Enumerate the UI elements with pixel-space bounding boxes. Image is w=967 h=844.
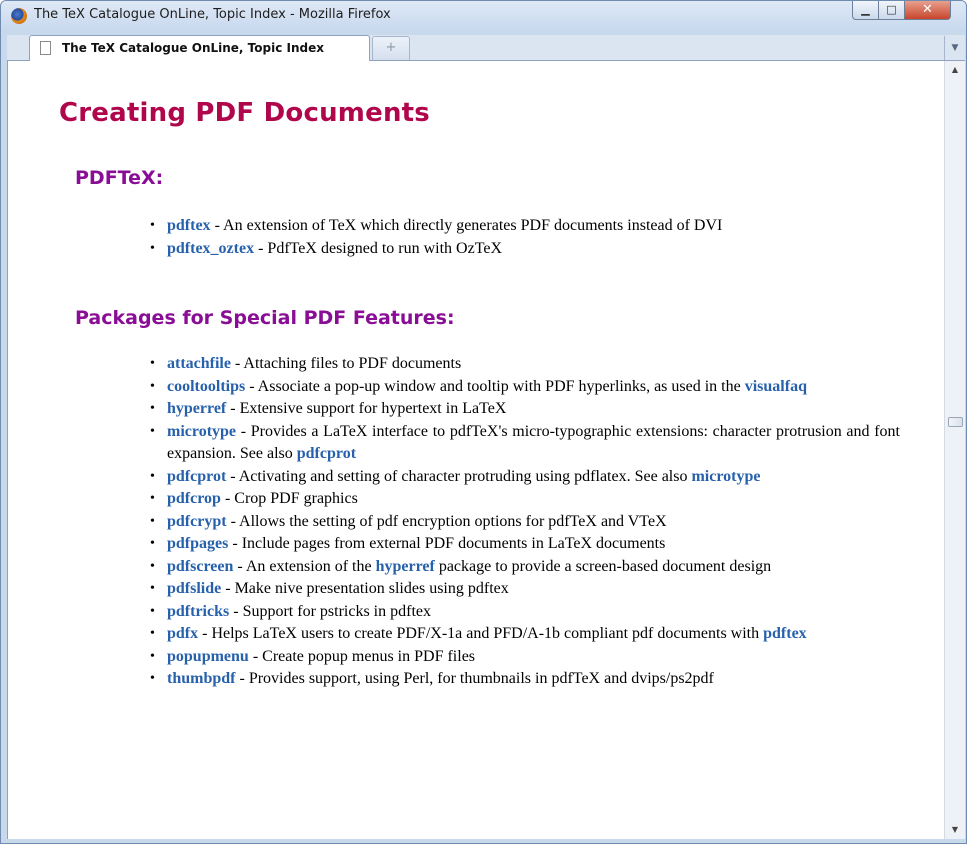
item-description: - Create popup menus in PDF files xyxy=(248,647,476,665)
special-features-list: attachfile - Attaching files to PDF docu… xyxy=(148,353,900,691)
item-description: - PdfTeX designed to run with OzTeX xyxy=(254,239,503,257)
page-content: Creating PDF Documents PDFTeX: pdftex - … xyxy=(7,61,944,839)
list-item: pdfpages - Include pages from external P… xyxy=(148,533,900,556)
list-item: pdfx - Helps LaTeX users to create PDF/X… xyxy=(148,623,900,646)
list-item: pdftricks - Support for pstricks in pdft… xyxy=(148,601,900,624)
package-link[interactable]: pdftex_oztex xyxy=(167,240,254,257)
list-item: pdfslide - Make nive presentation slides… xyxy=(148,578,900,601)
related-package-link[interactable]: pdftex xyxy=(763,625,807,642)
item-description: - Make nive presentation slides using pd… xyxy=(221,580,509,597)
package-link[interactable]: cooltooltips xyxy=(167,378,245,395)
window-title: The TeX Catalogue OnLine, Topic Index - … xyxy=(34,7,391,22)
item-description: - Include pages from external PDF docume… xyxy=(228,535,666,552)
list-item: pdfcprot - Activating and setting of cha… xyxy=(148,466,900,489)
tab-label: The TeX Catalogue OnLine, Topic Index xyxy=(62,41,324,55)
package-link[interactable]: pdfcrop xyxy=(167,490,221,507)
item-description: - Provides support, using Perl, for thum… xyxy=(235,670,714,687)
list-item: attachfile - Attaching files to PDF docu… xyxy=(148,353,900,376)
package-link[interactable]: pdftricks xyxy=(167,603,229,620)
scrollbar-thumb[interactable] xyxy=(948,417,963,427)
list-all-tabs-icon[interactable]: ▼ xyxy=(944,36,965,60)
new-tab-button[interactable]: + xyxy=(372,36,410,60)
item-description: - Provides a LaTeX interface to pdfTeX's… xyxy=(167,422,900,463)
package-link[interactable]: attachfile xyxy=(167,355,231,372)
related-package-link[interactable]: hyperref xyxy=(376,558,435,575)
item-description: - Extensive support for hypertext in LaT… xyxy=(226,400,507,417)
list-item: popupmenu - Create popup menus in PDF fi… xyxy=(148,646,900,669)
related-package-link[interactable]: pdfcprot xyxy=(297,445,356,462)
package-link[interactable]: thumbpdf xyxy=(167,670,235,687)
close-button[interactable]: ✕ xyxy=(904,1,951,20)
pdftex-list: pdftex - An extension of TeX which direc… xyxy=(148,215,900,260)
list-item: pdfscreen - An extension of the hyperref… xyxy=(148,556,900,579)
list-item: pdftex - An extension of TeX which direc… xyxy=(148,215,900,238)
package-link[interactable]: microtype xyxy=(167,423,236,440)
item-description: - Associate a pop-up window and tooltip … xyxy=(245,377,745,395)
item-description: - Support for pstricks in pdftex xyxy=(229,602,431,620)
maximize-button[interactable]: □ xyxy=(878,1,905,20)
related-package-link[interactable]: visualfaq xyxy=(745,378,807,395)
package-link[interactable]: hyperref xyxy=(167,400,226,417)
list-item: thumbpdf - Provides support, using Perl,… xyxy=(148,668,900,691)
window-frame-bottom xyxy=(7,839,965,843)
section-heading-pdftex: PDFTeX: xyxy=(75,167,164,189)
list-item: hyperref - Extensive support for hyperte… xyxy=(148,398,900,421)
section-heading-special-pdf-features: Packages for Special PDF Features: xyxy=(75,307,455,329)
package-link[interactable]: pdfx xyxy=(167,625,198,642)
tab-bar: The TeX Catalogue OnLine, Topic Index + … xyxy=(7,35,965,61)
package-link[interactable]: pdfcprot xyxy=(167,468,226,485)
list-item: microtype - Provides a LaTeX interface t… xyxy=(148,421,900,466)
package-link[interactable]: pdfcrypt xyxy=(167,513,227,530)
list-item: pdfcrypt - Allows the setting of pdf enc… xyxy=(148,511,900,534)
item-description: - Attaching files to PDF documents xyxy=(230,355,462,372)
package-link[interactable]: pdfscreen xyxy=(167,558,233,575)
browser-window: The TeX Catalogue OnLine, Topic Index - … xyxy=(0,0,967,844)
package-link[interactable]: pdfslide xyxy=(167,580,221,597)
tab-topic-index[interactable]: The TeX Catalogue OnLine, Topic Index xyxy=(29,35,370,61)
vertical-scrollbar[interactable]: ▲ ▼ xyxy=(944,61,965,839)
page-icon xyxy=(40,41,51,55)
list-item: cooltooltips - Associate a pop-up window… xyxy=(148,376,900,399)
page-title: Creating PDF Documents xyxy=(59,98,430,128)
item-description: - Helps LaTeX users to create PDF/X-1a a… xyxy=(198,625,764,642)
item-description: - Crop PDF graphics xyxy=(220,490,358,507)
item-description: - An extension of TeX which directly gen… xyxy=(210,217,723,234)
list-item: pdfcrop - Crop PDF graphics xyxy=(148,488,900,511)
related-package-link[interactable]: microtype xyxy=(691,468,760,485)
item-description-cont: package to provide a screen-based docume… xyxy=(434,557,772,575)
list-item: pdftex_oztex - PdfTeX designed to run wi… xyxy=(148,238,900,261)
scroll-up-icon[interactable]: ▲ xyxy=(945,61,965,79)
package-link[interactable]: pdftex xyxy=(167,217,211,234)
item-description: - Allows the setting of pdf encryption o… xyxy=(226,512,667,530)
package-link[interactable]: pdfpages xyxy=(167,535,228,552)
firefox-icon xyxy=(11,8,27,24)
scroll-down-icon[interactable]: ▼ xyxy=(945,821,965,839)
minimize-button[interactable]: ▁ xyxy=(852,1,879,20)
item-description: - An extension of the xyxy=(233,557,376,575)
package-link[interactable]: popupmenu xyxy=(167,648,249,665)
title-bar[interactable]: The TeX Catalogue OnLine, Topic Index - … xyxy=(1,1,966,31)
item-description: - Activating and setting of character pr… xyxy=(226,467,692,485)
